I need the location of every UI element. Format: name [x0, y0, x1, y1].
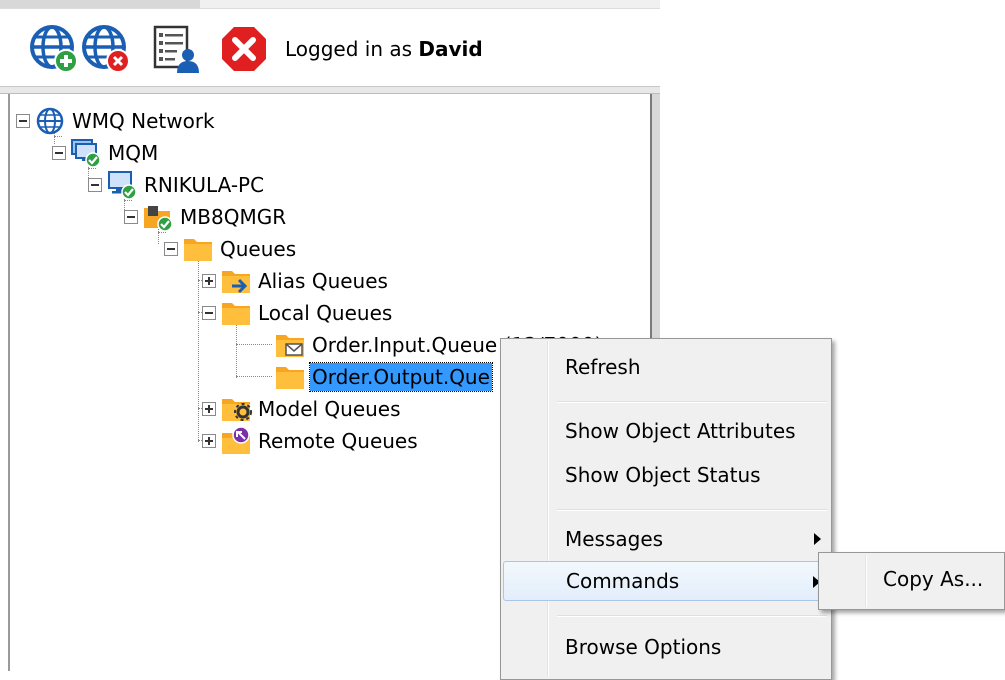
expand-toggle[interactable] — [202, 434, 216, 448]
menu-separator — [557, 615, 827, 617]
login-user: David — [418, 37, 483, 61]
login-status: Logged in as David — [285, 37, 483, 61]
menu-item-label: Show Object Status — [565, 463, 761, 487]
collapse-toggle[interactable] — [164, 242, 178, 256]
collapse-toggle[interactable] — [88, 178, 102, 192]
globe-add-icon[interactable] — [28, 23, 80, 75]
tree-node-label-selected: Order.Output.Que — [309, 362, 493, 392]
alias-folder-icon — [220, 266, 252, 296]
collapse-toggle[interactable] — [52, 146, 66, 160]
tree-node-label: RNIKULA-PC — [144, 173, 265, 197]
menu-item-label: Commands — [566, 569, 680, 593]
collapse-toggle[interactable] — [124, 210, 138, 224]
menu-separator — [557, 509, 827, 511]
tree-node-mqm[interactable]: MQM — [52, 138, 160, 168]
tree-node-wmq-network[interactable]: WMQ Network — [16, 106, 217, 136]
menu-item-messages[interactable]: Messages — [503, 519, 829, 559]
menu-icon-gutter — [865, 555, 867, 607]
menu-separator — [557, 401, 827, 403]
top-strip-tab — [0, 0, 200, 8]
tree-node-mb8qmgr[interactable]: MB8QMGR — [124, 202, 288, 232]
tree-node-label: MB8QMGR — [180, 205, 287, 229]
tree-node-label: WMQ Network — [72, 109, 215, 133]
toolbar: Logged in as David — [0, 9, 660, 87]
tree-node-label: Queues — [220, 237, 297, 261]
menu-item-commands[interactable]: Commands — [503, 561, 829, 601]
computer-icon — [106, 170, 138, 200]
menu-item-copy-as[interactable]: Copy As... — [883, 567, 983, 591]
expand-toggle[interactable] — [202, 274, 216, 288]
remote-folder-icon — [220, 426, 252, 456]
tree-node-remote-queues[interactable]: Remote Queues — [202, 426, 420, 456]
menu-item-label: Messages — [565, 527, 664, 551]
menu-item-label: Browse Options — [565, 635, 722, 659]
folder-icon — [220, 298, 252, 328]
user-list-icon[interactable] — [150, 23, 202, 75]
tree-node-rnikula-pc[interactable]: RNIKULA-PC — [88, 170, 266, 200]
tree-node-label: MQM — [108, 141, 159, 165]
tree-node-label: Alias Queues — [258, 269, 388, 293]
tree-node-order-output-queue[interactable]: Order.Output.Que — [274, 362, 493, 392]
window-top-strip — [0, 0, 660, 9]
expand-toggle[interactable] — [202, 402, 216, 416]
tree-node-model-queues[interactable]: Model Queues — [202, 394, 403, 424]
queue-manager-icon — [142, 202, 174, 232]
tree-node-queues[interactable]: Queues — [164, 234, 298, 264]
submenu-arrow-icon — [814, 533, 821, 545]
tree-node-label: Model Queues — [258, 397, 401, 421]
disconnect-icon[interactable] — [218, 23, 270, 75]
mail-folder-icon — [274, 330, 306, 360]
globe-remove-icon[interactable] — [80, 23, 132, 75]
context-menu: Refresh Show Object Attributes Show Obje… — [500, 338, 832, 680]
tree-node-label: Local Queues — [258, 301, 393, 325]
collapse-toggle[interactable] — [202, 306, 216, 320]
folder-icon — [182, 234, 214, 264]
login-prefix: Logged in as — [285, 37, 419, 61]
tree-node-label: Remote Queues — [258, 429, 418, 453]
menu-item-show-object-status[interactable]: Show Object Status — [503, 455, 829, 495]
globe-icon — [34, 106, 66, 136]
menu-item-show-object-attributes[interactable]: Show Object Attributes — [503, 411, 829, 451]
toolbar-separator — [0, 86, 660, 94]
menu-item-browse-options[interactable]: Browse Options — [503, 627, 829, 667]
menu-item-refresh[interactable]: Refresh — [503, 347, 829, 387]
commands-submenu: Copy As... — [818, 552, 1005, 610]
tree-node-local-queues[interactable]: Local Queues — [202, 298, 394, 328]
computer-group-icon — [70, 138, 102, 168]
model-folder-icon — [220, 394, 252, 424]
folder-icon — [274, 362, 306, 392]
menu-item-label: Show Object Attributes — [565, 419, 796, 443]
menu-item-label: Refresh — [565, 355, 641, 379]
collapse-toggle[interactable] — [16, 114, 30, 128]
tree-node-alias-queues[interactable]: Alias Queues — [202, 266, 390, 296]
